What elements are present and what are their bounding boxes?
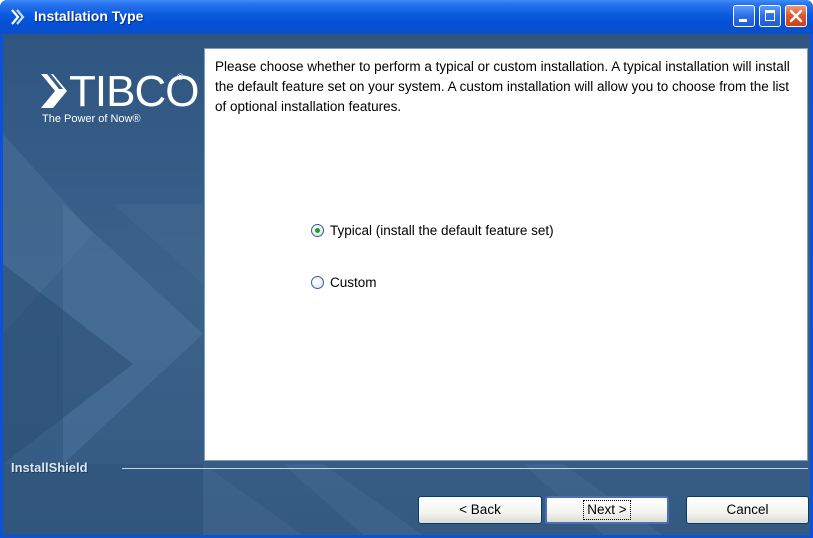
typical-option[interactable]: Typical (install the default feature set… — [311, 220, 554, 240]
next-button[interactable]: Next > — [545, 496, 669, 524]
cancel-button[interactable]: Cancel — [686, 496, 809, 524]
minimize-icon — [739, 19, 747, 22]
next-button-label: Next > — [583, 500, 631, 520]
close-icon — [789, 9, 803, 23]
maximize-icon — [765, 10, 775, 21]
custom-radio[interactable] — [311, 275, 324, 289]
tibco-logo: TIBCO ® The Power of Now® — [41, 68, 199, 128]
maximize-button[interactable] — [759, 5, 781, 27]
window-title: Installation Type — [34, 8, 144, 24]
close-button[interactable] — [785, 5, 807, 27]
footer-divider — [122, 468, 808, 469]
dialog-body: TIBCO ® The Power of Now® Please choose … — [3, 34, 810, 535]
tibco-chevron-icon — [41, 74, 67, 108]
brand-tagline: The Power of Now® — [42, 113, 141, 125]
back-button[interactable]: < Back — [418, 496, 542, 524]
custom-label[interactable]: Custom — [330, 275, 377, 290]
brand-registered-mark: ® — [177, 72, 184, 82]
installshield-label: InstallShield — [11, 460, 88, 475]
installer-window: Installation Type TIBCO ® The Power of N… — [0, 0, 813, 538]
minimize-button[interactable] — [733, 5, 755, 27]
typical-label[interactable]: Typical (install the default feature set… — [330, 223, 554, 238]
custom-option[interactable]: Custom — [311, 272, 377, 292]
content-panel: Please choose whether to perform a typic… — [204, 48, 808, 461]
instructions-text: Please choose whether to perform a typic… — [215, 59, 790, 114]
installer-app-icon — [11, 9, 25, 25]
typical-radio[interactable] — [311, 223, 324, 237]
title-bar[interactable]: Installation Type — [0, 0, 813, 34]
